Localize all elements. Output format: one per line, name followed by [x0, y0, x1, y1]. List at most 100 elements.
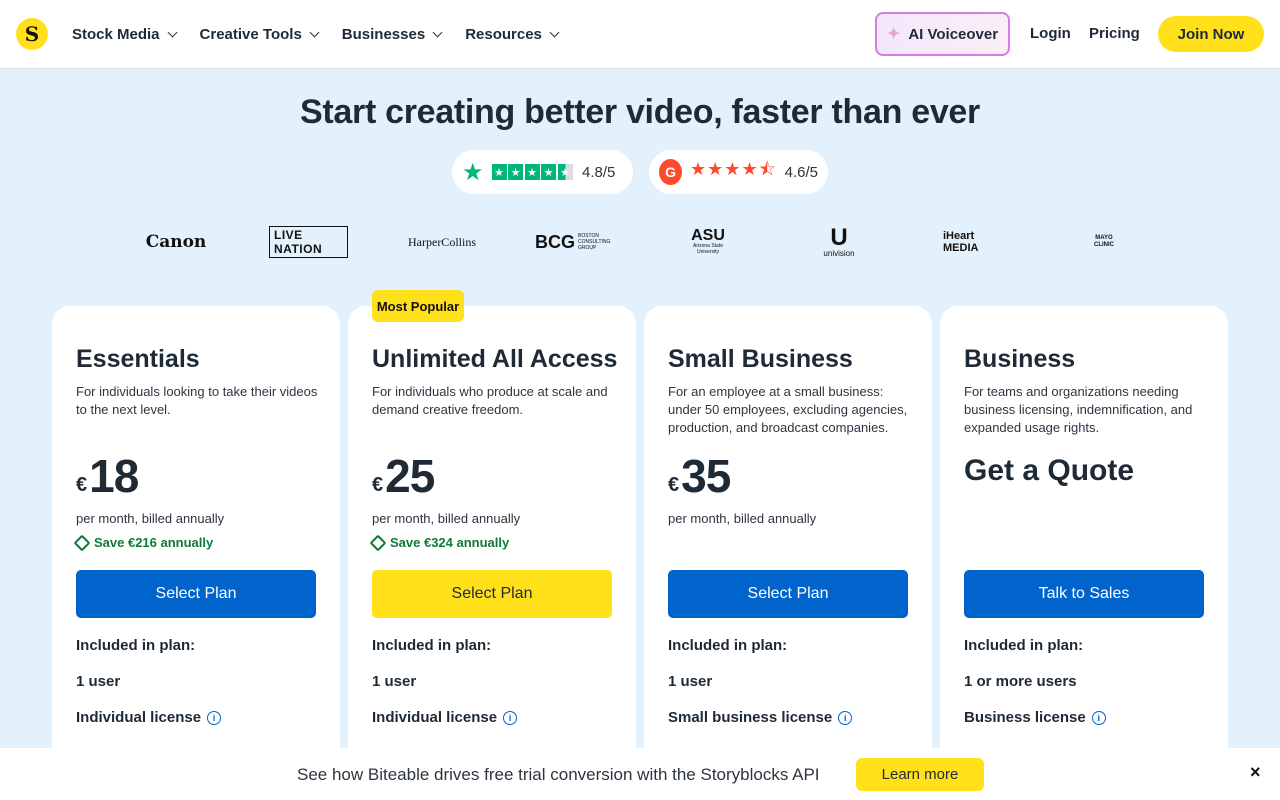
savings-text: Save €324 annually	[390, 535, 510, 550]
live-nation-logo: LIVE NATION	[269, 222, 348, 262]
star-icon: ★	[541, 164, 557, 180]
plan-card-essentials: Essentials For individuals looking to ta…	[52, 306, 340, 766]
mayo-clinic-logo: MAYO CLINIC	[1094, 235, 1114, 248]
talk-to-sales-button[interactable]: Talk to Sales	[964, 570, 1204, 618]
iheartmedia-logo: iHeart MEDIA	[943, 230, 979, 254]
plan-name: Small Business	[668, 345, 853, 373]
price-amount: 35	[681, 450, 731, 502]
menu-businesses[interactable]: Businesses	[341, 25, 443, 43]
savings-note: Save €324 annually	[369, 534, 510, 551]
star-icon: ★	[508, 164, 524, 180]
join-now-button[interactable]: Join Now	[1158, 16, 1264, 52]
plan-name: Unlimited All Access	[372, 345, 618, 373]
plan-price: €18	[76, 450, 139, 502]
price-amount: 18	[89, 450, 139, 502]
canon-logo: Canon	[145, 232, 207, 252]
license-text: Individual license	[76, 709, 202, 726]
currency-symbol: €	[76, 474, 88, 496]
trustpilot-star-icon: ★	[462, 158, 484, 186]
banner-text: See how Biteable drives free trial conve…	[297, 765, 820, 784]
feature-license: Individual license i	[372, 709, 518, 726]
plan-price: €25	[372, 450, 435, 502]
billing-note: per month, billed annually	[372, 511, 521, 526]
plan-name: Essentials	[76, 345, 200, 373]
ai-voiceover-label: AI Voiceover	[908, 25, 999, 43]
info-icon[interactable]: i	[1091, 710, 1106, 725]
asu-logo: ASU Arizona State University	[688, 222, 728, 262]
g2-stars-icon: ★★★★⯪	[690, 159, 777, 179]
live-nation-text: LIVE NATION	[269, 226, 348, 258]
menu-label: Stock Media	[72, 25, 160, 43]
savings-text: Save €216 annually	[94, 535, 214, 550]
menu-label: Businesses	[341, 25, 426, 43]
g2-rating[interactable]: G ★★★★⯪ 4.6/5	[649, 150, 828, 194]
page-title: Start creating better video, faster than…	[300, 93, 980, 131]
plan-description: For individuals looking to take their vi…	[76, 384, 318, 417]
license-text: Small business license	[668, 709, 833, 726]
feature-users: 1 or more users	[964, 673, 1077, 690]
trustpilot-rating[interactable]: ★ ★ ★ ★ ★ ★ 4.8/5	[452, 150, 633, 194]
g2-score: 4.6/5	[784, 163, 818, 181]
bcg-subtext: BOSTON CONSULTING GROUP	[578, 233, 611, 251]
info-icon[interactable]: i	[838, 710, 853, 725]
bcg-text: BCG	[535, 231, 575, 252]
login-link[interactable]: Login	[1030, 25, 1071, 42]
feature-users: 1 user	[668, 673, 713, 690]
learn-more-button[interactable]: Learn more	[856, 758, 984, 791]
star-icon: ★	[491, 164, 507, 180]
asu-subtext: Arizona State University	[692, 243, 724, 255]
close-icon[interactable]: ×	[1250, 762, 1261, 783]
get-a-quote-heading: Get a Quote	[964, 454, 1135, 487]
asu-text: ASU	[691, 227, 725, 244]
feature-license: Business license i	[964, 709, 1106, 726]
plan-card-unlimited-all-access: Unlimited All Access For individuals who…	[348, 306, 636, 766]
included-heading: Included in plan:	[964, 637, 1084, 654]
half-star-icon: ★	[557, 164, 573, 180]
tag-icon	[73, 534, 91, 551]
feature-license: Small business license i	[668, 709, 853, 726]
menu-creative-tools[interactable]: Creative Tools	[199, 25, 320, 43]
info-icon[interactable]: i	[503, 710, 518, 725]
plan-description: For teams and organizations needing busi…	[964, 384, 1193, 435]
top-nav: S Stock Media Creative Tools Businesses …	[0, 0, 1280, 69]
menu-label: Creative Tools	[199, 25, 302, 43]
promo-banner: See how Biteable drives free trial conve…	[0, 748, 1280, 800]
pricing-link[interactable]: Pricing	[1089, 25, 1140, 42]
menu-label: Resources	[465, 25, 542, 43]
storyblocks-logo[interactable]: S	[16, 18, 48, 50]
chevron-down-icon	[432, 27, 443, 37]
currency-symbol: €	[668, 474, 680, 496]
plan-card-small-business: Small Business For an employee at a smal…	[644, 306, 932, 766]
included-heading: Included in plan:	[372, 637, 492, 654]
tag-icon	[369, 534, 387, 551]
plan-name: Business	[964, 345, 1076, 373]
menu-resources[interactable]: Resources	[465, 25, 560, 43]
ai-voiceover-button[interactable]: ✦ AI Voiceover	[875, 12, 1010, 56]
plan-description: For an employee at a small business: und…	[668, 384, 908, 435]
plan-price: €35	[668, 450, 731, 502]
select-plan-button[interactable]: Select Plan	[372, 570, 612, 618]
info-icon[interactable]: i	[207, 710, 222, 725]
currency-symbol: €	[372, 474, 384, 496]
trustpilot-score: 4.8/5	[582, 163, 616, 181]
license-text: Business license	[964, 709, 1086, 726]
billing-note: per month, billed annually	[76, 511, 225, 526]
feature-users: 1 user	[372, 673, 417, 690]
billing-note: per month, billed annually	[668, 511, 817, 526]
chevron-down-icon	[309, 27, 320, 37]
feature-users: 1 user	[76, 673, 121, 690]
chevron-down-icon	[167, 27, 177, 37]
star-icon: ★	[524, 164, 540, 180]
select-plan-button[interactable]: Select Plan	[76, 570, 316, 618]
license-text: Individual license	[372, 709, 498, 726]
bcg-logo: BCG BOSTON CONSULTING GROUP	[535, 222, 613, 262]
chevron-down-icon	[549, 27, 560, 37]
most-popular-badge: Most Popular	[372, 290, 464, 322]
price-amount: 25	[385, 450, 435, 502]
harpercollins-logo: HarperCollins	[408, 234, 476, 249]
select-plan-button[interactable]: Select Plan	[668, 570, 908, 618]
univision-mark: U	[830, 223, 848, 251]
included-heading: Included in plan:	[668, 637, 788, 654]
feature-license: Individual license i	[76, 709, 222, 726]
menu-stock-media[interactable]: Stock Media	[72, 25, 177, 43]
